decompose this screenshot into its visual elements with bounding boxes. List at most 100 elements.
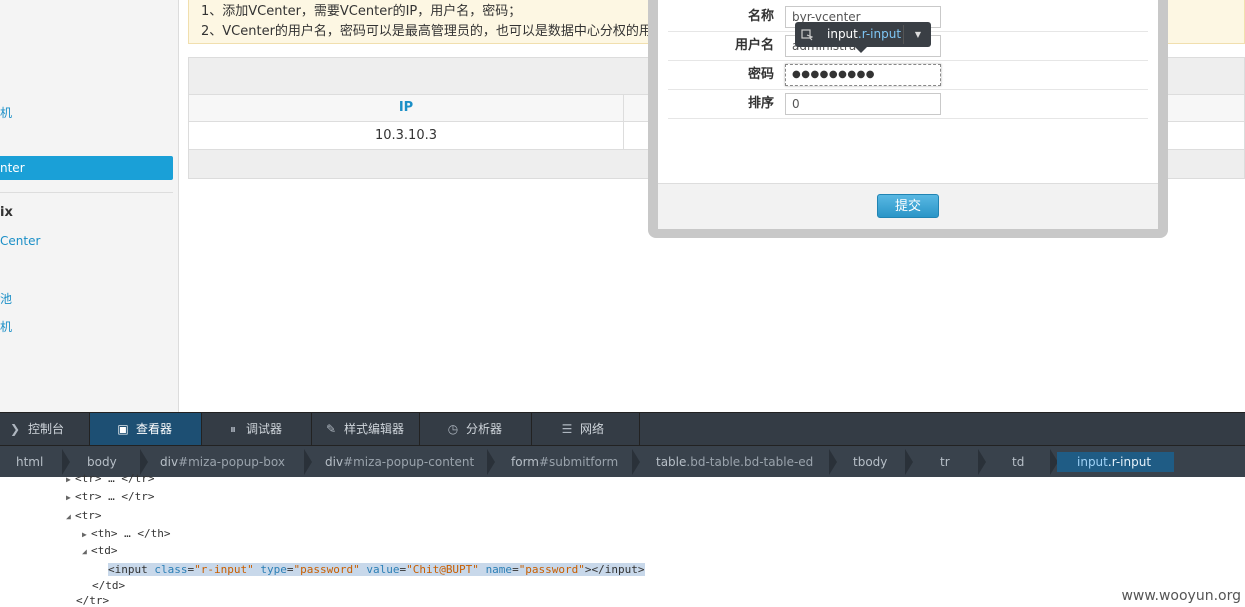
- breadcrumb-separator: [632, 449, 640, 475]
- tab-label: 样式编辑器: [344, 422, 405, 436]
- devtools-toolbar: ❯ 控制台 ▣ 查看器 ⏸ 调试器 ✎ 样式编辑器 ◷ 分析器 ☰ 网络: [0, 412, 1245, 445]
- crumb-tag: tbody: [853, 455, 888, 469]
- sidebar-item-center[interactable]: Center: [0, 234, 40, 248]
- chevron-down-icon[interactable]: ▼: [905, 22, 931, 47]
- crumb-id: #submitform: [538, 455, 619, 469]
- style-editor-icon: ✎: [325, 422, 337, 436]
- collapse-icon[interactable]: ◢: [82, 547, 91, 556]
- markup-line-input-selected[interactable]: <input class="r-input" type="password" v…: [108, 563, 645, 576]
- sidebar-item-label: nter: [0, 161, 25, 175]
- network-icon: ☰: [561, 422, 573, 436]
- markup-line-tr-close[interactable]: </tr>: [76, 594, 109, 607]
- tab-style-editor[interactable]: ✎ 样式编辑器: [312, 413, 420, 445]
- tab-label: 查看器: [136, 422, 173, 436]
- breadcrumb: html body div#miza-popup-box div#miza-po…: [0, 445, 1245, 477]
- tooltip-separator: [903, 25, 904, 44]
- tab-inspector[interactable]: ▣ 查看器: [90, 413, 202, 445]
- sidebar-item-vm-2[interactable]: 机: [0, 318, 12, 335]
- password-input[interactable]: ●●●●●●●●●: [785, 64, 941, 86]
- inspector-icon: ▣: [117, 422, 129, 436]
- crumb-id: .bd-table.bd-table-ed: [686, 455, 814, 469]
- breadcrumb-body[interactable]: body: [87, 452, 117, 472]
- crumb-tag: form: [511, 455, 539, 469]
- expand-icon[interactable]: ▶: [82, 530, 91, 539]
- tab-network[interactable]: ☰ 网络: [532, 413, 640, 445]
- markup-line-th[interactable]: ▶ <th> … </th>: [82, 527, 170, 540]
- breadcrumb-submitform[interactable]: form#submitform: [511, 452, 618, 472]
- breadcrumb-input-selected[interactable]: input.r-input: [1057, 452, 1174, 472]
- markup-tag: <input: [108, 563, 155, 576]
- breadcrumb-tbody[interactable]: tbody: [853, 452, 887, 472]
- breadcrumb-separator: [829, 449, 837, 475]
- breadcrumb-separator: [905, 449, 913, 475]
- inspector-node-tooltip: input.r-input ▼: [795, 22, 931, 53]
- sidebar-section-title: ix: [0, 205, 13, 220]
- tooltip-label: input.r-input: [827, 22, 901, 47]
- tab-label: 分析器: [466, 422, 503, 436]
- label-name: 名称: [747, 9, 774, 24]
- order-input[interactable]: 0: [785, 93, 941, 115]
- markup-value: "Chit@BUPT": [406, 563, 479, 576]
- breadcrumb-tr[interactable]: tr: [940, 452, 950, 472]
- sidebar-item-pool[interactable]: 池: [0, 290, 12, 307]
- notice-line-1: 1、添加VCenter，需要VCenter的IP，用户名，密码；: [201, 4, 522, 19]
- tab-label: 网络: [580, 422, 605, 436]
- form-row-password: 密码 ●●●●●●●●●: [668, 61, 1148, 90]
- tooltip-tag: input: [827, 27, 858, 41]
- markup-tag: </tr>: [76, 594, 110, 607]
- tab-label: 控制台: [28, 422, 65, 436]
- tab-debugger[interactable]: ⏸ 调试器: [202, 413, 312, 445]
- breadcrumb-td[interactable]: td: [1012, 452, 1024, 472]
- breadcrumb-html[interactable]: html: [16, 452, 43, 472]
- markup-tag: <tr> … </tr>: [75, 490, 155, 503]
- expand-icon[interactable]: ▶: [66, 493, 75, 502]
- markup-tag: <th> … </th>: [91, 527, 171, 540]
- crumb-id: #miza-popup-box: [178, 455, 285, 469]
- markup-attr: name: [485, 563, 513, 576]
- markup-value: "password": [518, 563, 585, 576]
- markup-attr: value: [366, 563, 400, 576]
- watermark: www.wooyun.org: [1121, 588, 1241, 604]
- sidebar-divider: [0, 192, 173, 193]
- label-username: 用户名: [734, 38, 774, 53]
- crumb-id: #miza-popup-content: [343, 455, 475, 469]
- sidebar-item-vcenter-active[interactable]: nter: [0, 156, 173, 180]
- notice-line-2: 2、VCenter的用户名，密码可以是最高管理员的，也可以是数据中心分权的用: [201, 24, 652, 39]
- column-header-ip[interactable]: IP: [189, 95, 624, 121]
- markup-line-tr[interactable]: ▶ <tr> … </tr>: [66, 490, 154, 503]
- markup-line-tr[interactable]: ▶ <tr> … </tr>: [66, 472, 154, 485]
- markup-line-td-close[interactable]: </td>: [92, 579, 125, 592]
- breadcrumb-popup-content[interactable]: div#miza-popup-content: [325, 452, 474, 472]
- markup-tag: <tr>: [75, 509, 102, 522]
- markup-value: "r-input": [194, 563, 254, 576]
- breadcrumb-table[interactable]: table.bd-table.bd-table-ed: [656, 452, 813, 472]
- breadcrumb-separator: [978, 449, 986, 475]
- tab-profiler[interactable]: ◷ 分析器: [420, 413, 532, 445]
- form-row-order: 排序 0: [668, 90, 1148, 119]
- debugger-icon: ⏸: [229, 422, 236, 436]
- console-icon: ❯: [9, 422, 21, 436]
- markup-attr: type: [260, 563, 287, 576]
- markup-line-tr-open[interactable]: ◢ <tr>: [66, 509, 102, 522]
- crumb-tag: table: [656, 455, 687, 469]
- markup-line-td-open[interactable]: ◢ <td>: [82, 544, 118, 557]
- label-password: 密码: [747, 67, 774, 82]
- breadcrumb-separator: [487, 449, 495, 475]
- crumb-tag: input: [1077, 455, 1108, 469]
- profiler-icon: ◷: [447, 422, 459, 436]
- expand-icon[interactable]: ▶: [66, 475, 75, 484]
- crumb-tag: body: [87, 455, 117, 469]
- crumb-tag: tr: [940, 455, 950, 469]
- sidebar-item-vm[interactable]: 机: [0, 104, 12, 121]
- crumb-tag: td: [1012, 455, 1025, 469]
- label-order: 排序: [747, 96, 774, 111]
- breadcrumb-popup-box[interactable]: div#miza-popup-box: [160, 452, 285, 472]
- markup-tag: ></input>: [584, 563, 645, 576]
- submit-button[interactable]: 提交: [877, 194, 939, 218]
- collapse-icon[interactable]: ◢: [66, 512, 75, 521]
- element-picker-icon[interactable]: [795, 22, 819, 47]
- tooltip-class: .r-input: [857, 27, 902, 41]
- tab-console[interactable]: ❯ 控制台: [0, 413, 90, 445]
- crumb-id: .r-input: [1107, 455, 1152, 469]
- markup-value: "password": [293, 563, 360, 576]
